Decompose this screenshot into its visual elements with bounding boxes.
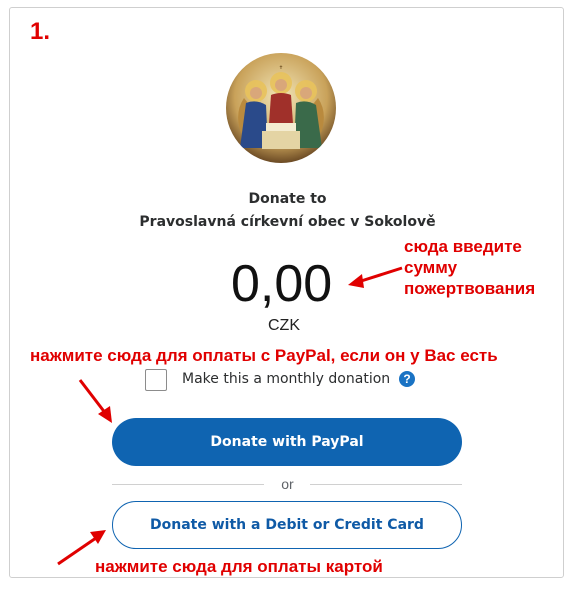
card-hint-annotation: нажмите сюда для оплаты картой [95, 557, 383, 576]
amount-input[interactable]: 0,00 [231, 254, 332, 314]
or-separator-label: or [281, 476, 294, 492]
svg-text:✝: ✝ [279, 65, 283, 71]
arrow-to-paypal-icon [78, 379, 112, 423]
question-circle-icon[interactable]: ? [399, 371, 415, 387]
trinity-icon-image: ✝ [226, 53, 336, 163]
step-number: 1. [30, 18, 51, 45]
monthly-donation-label: Make this a monthly donation [182, 371, 391, 387]
organization-avatar: ✝ [226, 53, 336, 163]
organization-name: Pravoslavná církevní obec v Sokolově [139, 214, 436, 230]
amount-hint-line-3: пожертвования [404, 279, 536, 298]
amount-hint-annotation: сюда введите сумму пожертвования [404, 236, 535, 299]
arrow-to-amount-icon [348, 266, 403, 288]
donate-to-label: Donate to [248, 191, 327, 207]
currency-label: CZK [268, 317, 300, 334]
monthly-checkbox[interactable] [145, 369, 167, 391]
paypal-hint-annotation: нажмите сюда для оплаты с PayPal, если о… [30, 346, 498, 365]
amount-hint-line-1: сюда введите [404, 237, 522, 256]
amount-hint-line-2: сумму [404, 258, 458, 277]
donate-with-paypal-button[interactable]: Donate with PayPal [112, 418, 462, 466]
donate-with-card-button[interactable]: Donate with a Debit or Credit Card [112, 501, 462, 549]
